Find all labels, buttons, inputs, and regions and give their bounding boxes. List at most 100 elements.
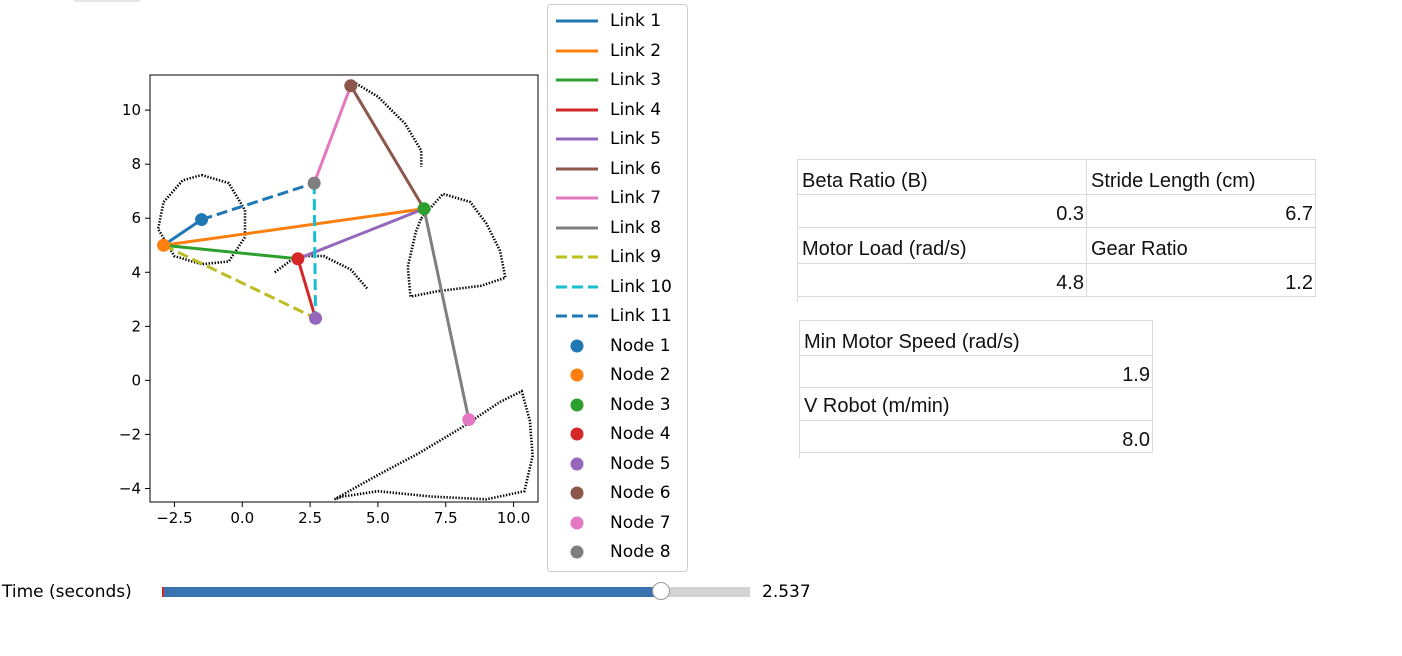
link-link-4 xyxy=(296,258,317,319)
legend-label: Node 1 xyxy=(610,335,671,356)
legend-item: Link 8 xyxy=(548,216,688,240)
x-tick-label: 0.0 xyxy=(230,509,254,527)
legend-label: Node 2 xyxy=(610,365,671,385)
stride-length-value: 6.7 xyxy=(1087,194,1316,227)
marker-node-2 xyxy=(157,238,171,252)
motor-load-value: 4.8 xyxy=(798,263,1087,296)
legend-symbol xyxy=(570,545,584,559)
legend-symbol xyxy=(556,78,598,82)
legend-label: Link 8 xyxy=(610,217,662,238)
legend-label: Link 5 xyxy=(610,129,662,149)
beta-ratio-value: 0.3 xyxy=(798,194,1087,227)
x-tick-label: 7.5 xyxy=(434,509,458,527)
linkage-plot: −2.5 0.0 2.5 5.0 7.5 10.0 −4 −2 0 2 4 6 8 10 xyxy=(119,74,539,527)
time-slider-fill xyxy=(162,587,662,597)
legend-label: Node 5 xyxy=(610,453,671,474)
x-tick-label: 2.5 xyxy=(298,509,322,527)
y-tick-label: 2 xyxy=(131,317,141,335)
legend-item: Node 2 xyxy=(548,363,688,387)
chart-legend: Link 1 Link 2 Link 3 Link 4 Link 5 Link 6 Link… xyxy=(547,4,688,572)
link-link-7 xyxy=(312,85,353,184)
y-tick-label: −2 xyxy=(119,425,141,443)
marker-node-5 xyxy=(309,311,323,325)
link-link-8 xyxy=(422,208,471,420)
y-tick-label: 0 xyxy=(131,371,141,389)
legend-symbol xyxy=(556,196,598,200)
y-tick-label: 4 xyxy=(131,263,141,281)
legend-label: Node 4 xyxy=(610,424,671,444)
legend-label: Link 7 xyxy=(610,188,662,208)
link-link-11 xyxy=(201,181,315,222)
node-trace-5 xyxy=(333,389,534,501)
legend-item: Link 3 xyxy=(548,68,688,92)
time-slider[interactable] xyxy=(162,582,750,600)
marker-node-8 xyxy=(307,176,321,190)
gear-ratio-label: Gear Ratio xyxy=(1087,227,1316,263)
legend-item: Link 1 xyxy=(548,9,688,33)
stride-length-label: Stride Length (cm) xyxy=(1087,159,1316,194)
gear-ratio-value: 1.2 xyxy=(1087,263,1316,296)
legend-symbol xyxy=(570,339,584,352)
min-motor-speed-value: 1.9 xyxy=(800,355,1153,387)
time-slider-value: 2.537 xyxy=(762,582,811,602)
sheet-bottom-rule xyxy=(800,452,1153,453)
legend-item: Node 6 xyxy=(548,481,688,505)
legend-symbol xyxy=(556,226,598,229)
legend-symbol xyxy=(570,368,584,382)
legend-label: Link 11 xyxy=(610,306,672,326)
beta-ratio-label: Beta Ratio (B) xyxy=(798,159,1087,194)
legend-symbol xyxy=(556,108,598,111)
legend-item: Link 11 xyxy=(548,304,688,328)
legend-label: Link 2 xyxy=(610,40,662,61)
marker-node-4 xyxy=(291,252,305,266)
legend-label: Link 4 xyxy=(610,99,662,120)
time-slider-handle[interactable] xyxy=(651,582,670,600)
legend-label: Node 6 xyxy=(610,483,671,503)
legend-symbol xyxy=(556,137,598,141)
y-tick-label: 10 xyxy=(122,101,141,119)
legend-item: Node 7 xyxy=(548,511,688,535)
legend-symbol xyxy=(556,285,598,288)
legend-item: Link 4 xyxy=(548,98,688,122)
params-sheet: Beta Ratio (B) Stride Length (cm) 0.3 6.… xyxy=(797,159,1316,302)
legend-item: Link 9 xyxy=(548,245,688,269)
legend-symbol xyxy=(570,516,584,529)
x-tick-label: 10.0 xyxy=(497,509,530,527)
legend-item: Link 7 xyxy=(548,186,688,210)
time-slider-label: Time (seconds) xyxy=(2,582,132,602)
y-tick-label: −4 xyxy=(119,479,141,497)
v-robot-value: 8.0 xyxy=(800,420,1153,453)
legend-item: Link 2 xyxy=(548,39,688,63)
x-tick-label: 5.0 xyxy=(366,509,390,527)
marker-node-3 xyxy=(417,202,431,216)
y-tick-label: 8 xyxy=(131,155,141,173)
legend-label: Link 9 xyxy=(610,247,662,267)
node-trace-2 xyxy=(274,254,369,290)
legend-item: Node 4 xyxy=(548,422,688,446)
marker-node-7 xyxy=(462,413,476,427)
legend-symbol xyxy=(570,427,584,441)
legend-item: Node 1 xyxy=(548,334,688,358)
x-tick-label: −2.5 xyxy=(156,509,192,527)
legend-label: Node 7 xyxy=(610,512,671,533)
v-robot-label: V Robot (m/min) xyxy=(800,387,1153,420)
legend-item: Node 5 xyxy=(548,452,688,476)
link-link-6 xyxy=(349,85,426,210)
marker-node-6 xyxy=(344,79,358,93)
legend-symbol xyxy=(556,167,598,170)
legend-label: Link 10 xyxy=(610,276,672,297)
legend-symbol xyxy=(556,314,598,318)
min-motor-speed-label: Min Motor Speed (rad/s) xyxy=(800,320,1153,355)
legend-symbol xyxy=(556,49,598,52)
legend-symbol xyxy=(570,457,584,470)
legend-item: Link 6 xyxy=(548,157,688,181)
y-tick-label: 6 xyxy=(131,209,141,227)
speed-sheet: Min Motor Speed (rad/s) 1.9 V Robot (m/m… xyxy=(799,320,1153,458)
legend-item: Link 10 xyxy=(548,275,688,299)
legend-label: Link 3 xyxy=(610,70,662,90)
motor-load-label: Motor Load (rad/s) xyxy=(798,227,1087,263)
axes-frame xyxy=(149,74,539,503)
legend-label: Node 8 xyxy=(610,542,671,562)
legend-label: Link 6 xyxy=(610,158,662,179)
link-link-10 xyxy=(312,183,318,319)
